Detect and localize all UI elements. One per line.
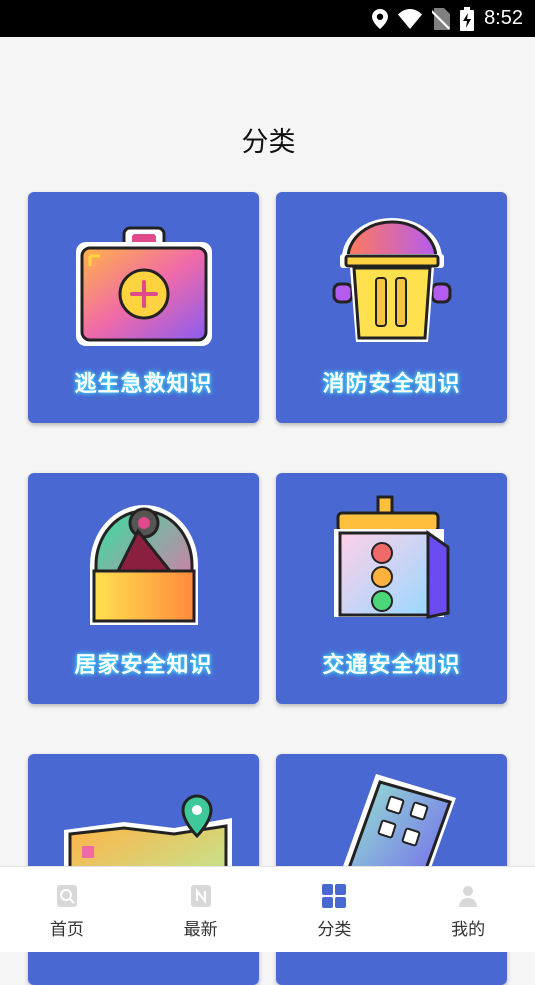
tab-latest[interactable]: 最新 — [134, 867, 268, 952]
news-icon — [188, 883, 214, 909]
category-label: 消防安全知识 — [276, 366, 507, 398]
tab-label: 首页 — [50, 915, 84, 940]
category-card-escape-first-aid[interactable]: 逃生急救知识 — [28, 192, 259, 423]
location-icon — [372, 9, 388, 29]
status-clock: 8:52 — [484, 7, 523, 30]
category-card-home-safety[interactable]: 居家安全知识 — [28, 473, 259, 704]
grid-icon — [321, 883, 347, 909]
category-label: 交通安全知识 — [276, 647, 507, 679]
category-card-fire-safety[interactable]: 消防安全知识 — [276, 192, 507, 423]
category-card-traffic-safety[interactable]: 交通安全知识 — [276, 473, 507, 704]
tab-label: 最新 — [184, 915, 218, 940]
tab-label: 我的 — [451, 915, 485, 940]
page-title: 分类 — [0, 120, 535, 159]
no-sim-icon — [432, 8, 450, 30]
category-label: 逃生急救知识 — [28, 366, 259, 398]
category-label: 居家安全知识 — [28, 647, 259, 679]
battery-charging-icon — [460, 7, 474, 31]
bottom-tab-bar: 首页 最新 分类 我的 — [0, 866, 535, 952]
user-icon — [455, 883, 481, 909]
status-bar: 8:52 — [0, 0, 535, 37]
tab-home[interactable]: 首页 — [0, 867, 134, 952]
tab-mine[interactable]: 我的 — [401, 867, 535, 952]
tab-category[interactable]: 分类 — [268, 867, 402, 952]
home-search-icon — [54, 883, 80, 909]
tab-label: 分类 — [317, 915, 351, 940]
wifi-icon — [398, 9, 422, 29]
